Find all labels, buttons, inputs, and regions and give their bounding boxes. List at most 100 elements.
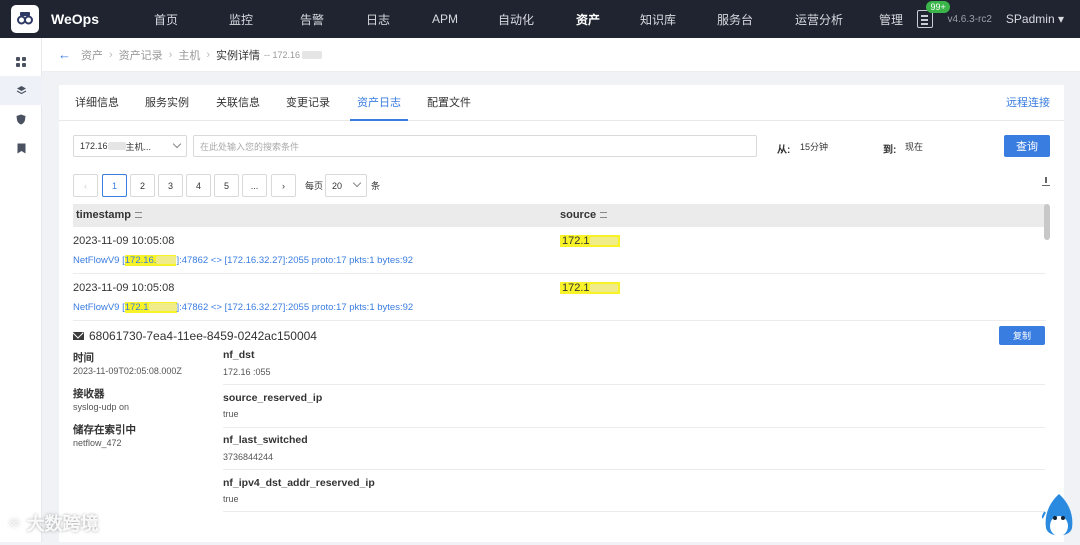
row-message[interactable]: NetFlowV9 [172.1 ]:47862 <> [172.16.32.27… bbox=[73, 302, 413, 313]
message-prefix: NetFlowV9 [ bbox=[73, 302, 125, 313]
from-time-value: 15分钟 bbox=[800, 141, 829, 152]
nav-asset[interactable]: 资产 bbox=[553, 0, 623, 38]
log-detail-header: 68061730-7ea4-11ee-8459-0242ac150004 bbox=[73, 329, 317, 343]
sidebar-layers-icon[interactable] bbox=[0, 76, 42, 105]
breadcrumb: ← 资产 › 资产记录 › 主机 › 实例详情 -- 172.16 bbox=[42, 38, 1080, 72]
sidebar-bookmark-icon[interactable] bbox=[0, 134, 42, 163]
redacted-text bbox=[302, 50, 323, 59]
query-button[interactable]: 查询 bbox=[1004, 135, 1050, 157]
back-arrow-icon[interactable]: ← bbox=[58, 47, 71, 62]
nav-operations[interactable]: 运营分析 bbox=[777, 0, 861, 38]
app-name: WeOps bbox=[51, 11, 99, 27]
nav-apm[interactable]: APM bbox=[411, 0, 479, 38]
column-source[interactable]: source bbox=[560, 204, 608, 227]
per-page-select[interactable]: 20 bbox=[325, 174, 367, 197]
breadcrumb-separator: › bbox=[206, 48, 211, 61]
notification-badge: 99+ bbox=[926, 1, 950, 13]
breadcrumb-host[interactable]: 主机 bbox=[178, 47, 200, 63]
page-button[interactable]: 5 bbox=[214, 174, 239, 197]
tab-asset-log[interactable]: 资产日志 bbox=[350, 85, 408, 121]
page-button[interactable]: 1 bbox=[102, 174, 127, 197]
field-value: true bbox=[223, 409, 239, 419]
tab-config-files[interactable]: 配置文件 bbox=[427, 85, 471, 121]
row-message[interactable]: NetFlowV9 [172.16. ]:47862 <> [172.16.32.… bbox=[73, 255, 413, 266]
tab-bar: 详细信息 服务实例 关联信息 变更记录 资产日志 配置文件 远程连接 bbox=[59, 85, 1064, 121]
to-time-input[interactable]: 现在 bbox=[898, 135, 984, 157]
per-page-unit: 条 bbox=[371, 181, 381, 191]
chevron-down-icon bbox=[352, 178, 362, 188]
tab-details[interactable]: 详细信息 bbox=[75, 85, 119, 121]
breadcrumb-separator: › bbox=[168, 48, 173, 61]
search-placeholder: 在此处输入您的搜索条件 bbox=[200, 141, 300, 152]
tab-change-log[interactable]: 变更记录 bbox=[286, 85, 330, 121]
nav-monitor[interactable]: 监控 bbox=[203, 0, 279, 38]
top-right-area: 99+ v4.6.3-rc2 SPadmin ▾ bbox=[917, 0, 1064, 38]
breadcrumb-separator: › bbox=[109, 48, 113, 61]
tab-service-instances[interactable]: 服务实例 bbox=[145, 85, 189, 121]
column-timestamp[interactable]: timestamp bbox=[76, 204, 143, 227]
table-row[interactable]: 2023-11-09 10:05:08 172.1 NetFlowV9 [172… bbox=[73, 274, 1046, 321]
from-label: 从: bbox=[777, 145, 791, 156]
nav-admin[interactable]: 管理 bbox=[861, 0, 921, 38]
assistant-mascot-icon[interactable] bbox=[1041, 492, 1076, 542]
message-ip-value: 172.16. bbox=[124, 255, 157, 266]
nav-home[interactable]: 首页 bbox=[129, 0, 203, 38]
sidebar-shield-icon[interactable] bbox=[0, 105, 42, 134]
prev-page-button[interactable]: ‹ bbox=[73, 174, 98, 197]
message-prefix: NetFlowV9 [ bbox=[73, 255, 125, 266]
watermark-logo-icon: ♾ bbox=[8, 514, 21, 531]
filter-icon[interactable] bbox=[135, 212, 143, 218]
host-select-suffix: 主机... bbox=[125, 141, 152, 152]
nav-log[interactable]: 日志 bbox=[345, 0, 411, 38]
table-row[interactable]: 2023-11-09 10:05:08 172.1 NetFlowV9 [172… bbox=[73, 227, 1046, 274]
notification-icon[interactable]: 99+ bbox=[917, 1, 950, 28]
host-select-value: 172.16 bbox=[80, 141, 108, 151]
page-button[interactable]: 4 bbox=[186, 174, 211, 197]
receiver-label: 接收器 bbox=[73, 388, 105, 400]
nav-alert[interactable]: 告警 bbox=[279, 0, 345, 38]
message-rest: ]:47862 <> [172.16.32.27]:2055 proto:17 … bbox=[176, 255, 414, 266]
host-select[interactable]: 172.16 主机... bbox=[73, 135, 187, 157]
field-key: source_reserved_ip bbox=[223, 392, 323, 404]
field-value: true bbox=[223, 494, 239, 504]
time-value: 2023-11-09T02:05:08.000Z bbox=[73, 366, 182, 376]
download-icon[interactable] bbox=[1042, 177, 1050, 186]
next-page-button[interactable]: › bbox=[271, 174, 296, 197]
top-navbar: WeOps 首页 监控 告警 日志 APM 自动化 资产 知识库 服务台 运营分… bbox=[0, 0, 1080, 38]
remote-connect-link[interactable]: 远程连接 bbox=[1006, 85, 1050, 121]
sidebar bbox=[0, 38, 42, 542]
watermark-text: 大数跨境 bbox=[26, 514, 99, 534]
breadcrumb-assets[interactable]: 资产 bbox=[81, 47, 103, 63]
nav-knowledge[interactable]: 知识库 bbox=[623, 0, 693, 38]
page-ellipsis-button[interactable]: ... bbox=[242, 174, 267, 197]
user-menu[interactable]: SPadmin ▾ bbox=[1006, 12, 1064, 26]
version-label: v4.6.3-rc2 bbox=[947, 13, 992, 25]
field-divider bbox=[223, 469, 1045, 470]
field-key: nf_last_switched bbox=[223, 434, 308, 446]
table-header: timestamp source bbox=[73, 204, 1048, 227]
field-value: 3736844244 bbox=[223, 452, 274, 462]
chevron-down-icon bbox=[172, 139, 182, 149]
field-value: 172.16 :055 bbox=[223, 367, 271, 377]
sidebar-grid-icon[interactable] bbox=[0, 47, 42, 76]
page-button[interactable]: 3 bbox=[158, 174, 183, 197]
nav-service-desk[interactable]: 服务台 bbox=[693, 0, 777, 38]
main-nav: 首页 监控 告警 日志 APM 自动化 资产 知识库 服务台 运营分析 管理 bbox=[129, 0, 921, 38]
breadcrumb-asset-records[interactable]: 资产记录 bbox=[119, 47, 163, 63]
per-page-label: 每页 bbox=[305, 181, 324, 191]
user-name: SPadmin bbox=[1005, 12, 1055, 26]
app-logo-icon[interactable] bbox=[11, 5, 39, 33]
nav-automation[interactable]: 自动化 bbox=[479, 0, 553, 38]
receiver-value: syslog-udp on bbox=[73, 402, 130, 412]
tab-relations[interactable]: 关联信息 bbox=[216, 85, 260, 121]
per-page-value: 20 bbox=[332, 180, 343, 191]
row-source-value: 172.1 bbox=[562, 235, 590, 247]
search-input[interactable]: 在此处输入您的搜索条件 bbox=[193, 135, 757, 157]
page-button[interactable]: 2 bbox=[130, 174, 155, 197]
from-time-input[interactable]: 15分钟 bbox=[793, 135, 879, 157]
message-ip-value: 172.1 bbox=[124, 302, 149, 313]
filter-icon[interactable] bbox=[600, 212, 608, 218]
mail-icon bbox=[73, 332, 84, 340]
message-rest: ]:47862 <> [172.16.32.27]:2055 proto:17 … bbox=[176, 302, 414, 313]
copy-button[interactable]: 复制 bbox=[999, 326, 1045, 345]
